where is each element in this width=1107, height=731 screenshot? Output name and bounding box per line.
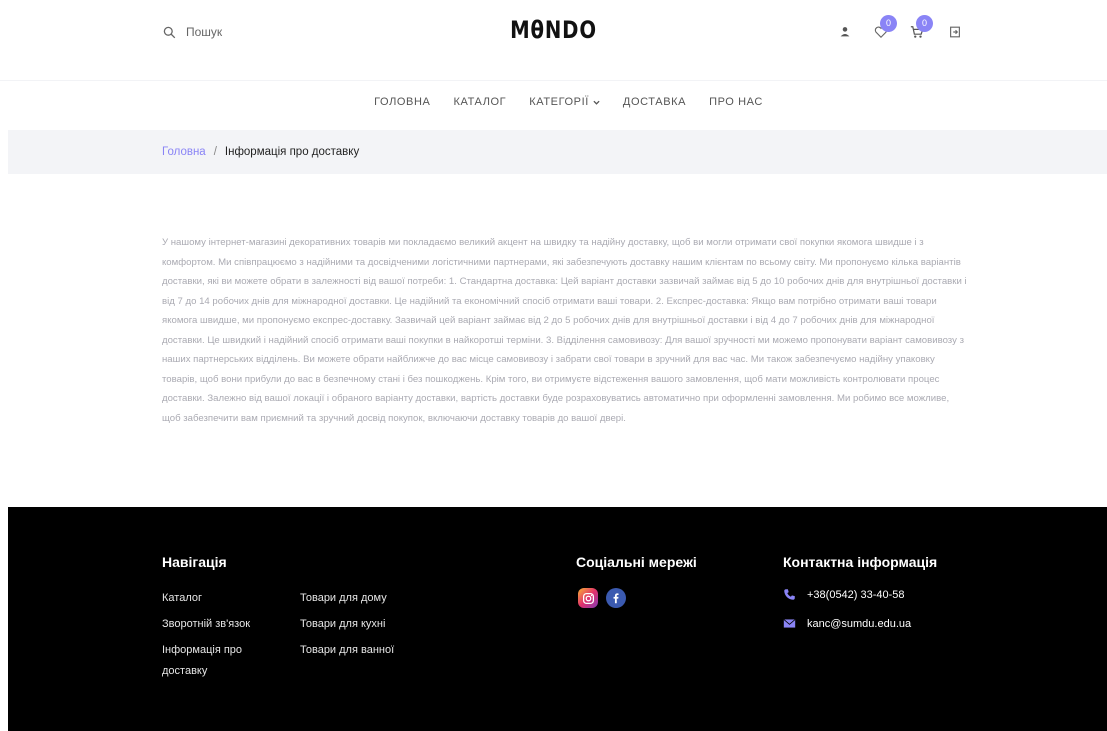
facebook-icon[interactable] bbox=[606, 588, 626, 608]
breadcrumb-home-link[interactable]: Головна bbox=[162, 146, 206, 158]
nav-item-catalog[interactable]: Каталог bbox=[453, 96, 506, 108]
footer-link-kitchen-goods[interactable]: Товари для кухні bbox=[300, 615, 385, 634]
footer-link-delivery-info[interactable]: Інформація про bbox=[162, 641, 242, 660]
nav-item-delivery[interactable]: Доставка bbox=[623, 96, 686, 108]
header-actions: 0 0 bbox=[838, 15, 968, 50]
breadcrumb-separator: / bbox=[213, 146, 217, 158]
wishlist-button[interactable]: 0 bbox=[874, 15, 897, 39]
footer-link-delivery-info-line2[interactable]: доставку bbox=[162, 662, 207, 681]
contact-phone-text: +38(0542) 33-40-58 bbox=[807, 588, 905, 601]
footer-link-home-goods[interactable]: Товари для дому bbox=[300, 589, 387, 608]
nav-item-home[interactable]: Головна bbox=[374, 96, 430, 108]
header-divider bbox=[0, 80, 1107, 81]
chevron-down-icon bbox=[593, 100, 600, 105]
phone-icon bbox=[784, 589, 795, 600]
site-header: Пошук MθNDO 0 0 bbox=[0, 0, 1107, 80]
footer-nav-title: Навігація bbox=[162, 554, 227, 570]
wishlist-count-badge: 0 bbox=[880, 15, 897, 32]
contact-email[interactable]: kanc@sumdu.edu.ua bbox=[783, 617, 911, 630]
nav-item-about[interactable]: Про нас bbox=[709, 96, 763, 108]
email-icon bbox=[783, 619, 796, 628]
breadcrumb: Головна / Інформація про доставку bbox=[162, 146, 359, 158]
footer-contact-title: Контактна інформація bbox=[783, 554, 938, 570]
site-footer: Навігація Каталог Зворотній зв'язок Інфо… bbox=[8, 507, 1107, 731]
contact-email-text: kanc@sumdu.edu.ua bbox=[807, 617, 912, 630]
cart-button[interactable]: 0 bbox=[910, 15, 933, 39]
nav-item-categories[interactable]: Категорії bbox=[529, 96, 600, 108]
footer-link-bathroom-goods[interactable]: Товари для ванної bbox=[300, 641, 394, 660]
breadcrumb-current: Інформація про доставку bbox=[224, 146, 360, 158]
nav-item-categories-label: Категорії bbox=[529, 96, 589, 108]
instagram-icon[interactable] bbox=[578, 588, 598, 608]
contact-phone[interactable]: +38(0542) 33-40-58 bbox=[783, 588, 905, 601]
login-icon[interactable] bbox=[948, 25, 962, 39]
footer-link-catalog[interactable]: Каталог bbox=[162, 589, 202, 608]
cart-count-badge: 0 bbox=[916, 15, 933, 32]
user-icon[interactable] bbox=[838, 25, 852, 39]
social-links bbox=[578, 588, 626, 608]
main-nav: Головна Каталог Категорії Доставка Про н… bbox=[0, 96, 1107, 108]
footer-social-title: Соціальні мережі bbox=[576, 554, 697, 570]
footer-link-feedback[interactable]: Зворотній зв'язок bbox=[162, 615, 250, 634]
breadcrumb-bar: Головна / Інформація про доставку bbox=[8, 130, 1107, 174]
delivery-info-text: У нашому інтернет-магазині декоративних … bbox=[162, 237, 967, 424]
